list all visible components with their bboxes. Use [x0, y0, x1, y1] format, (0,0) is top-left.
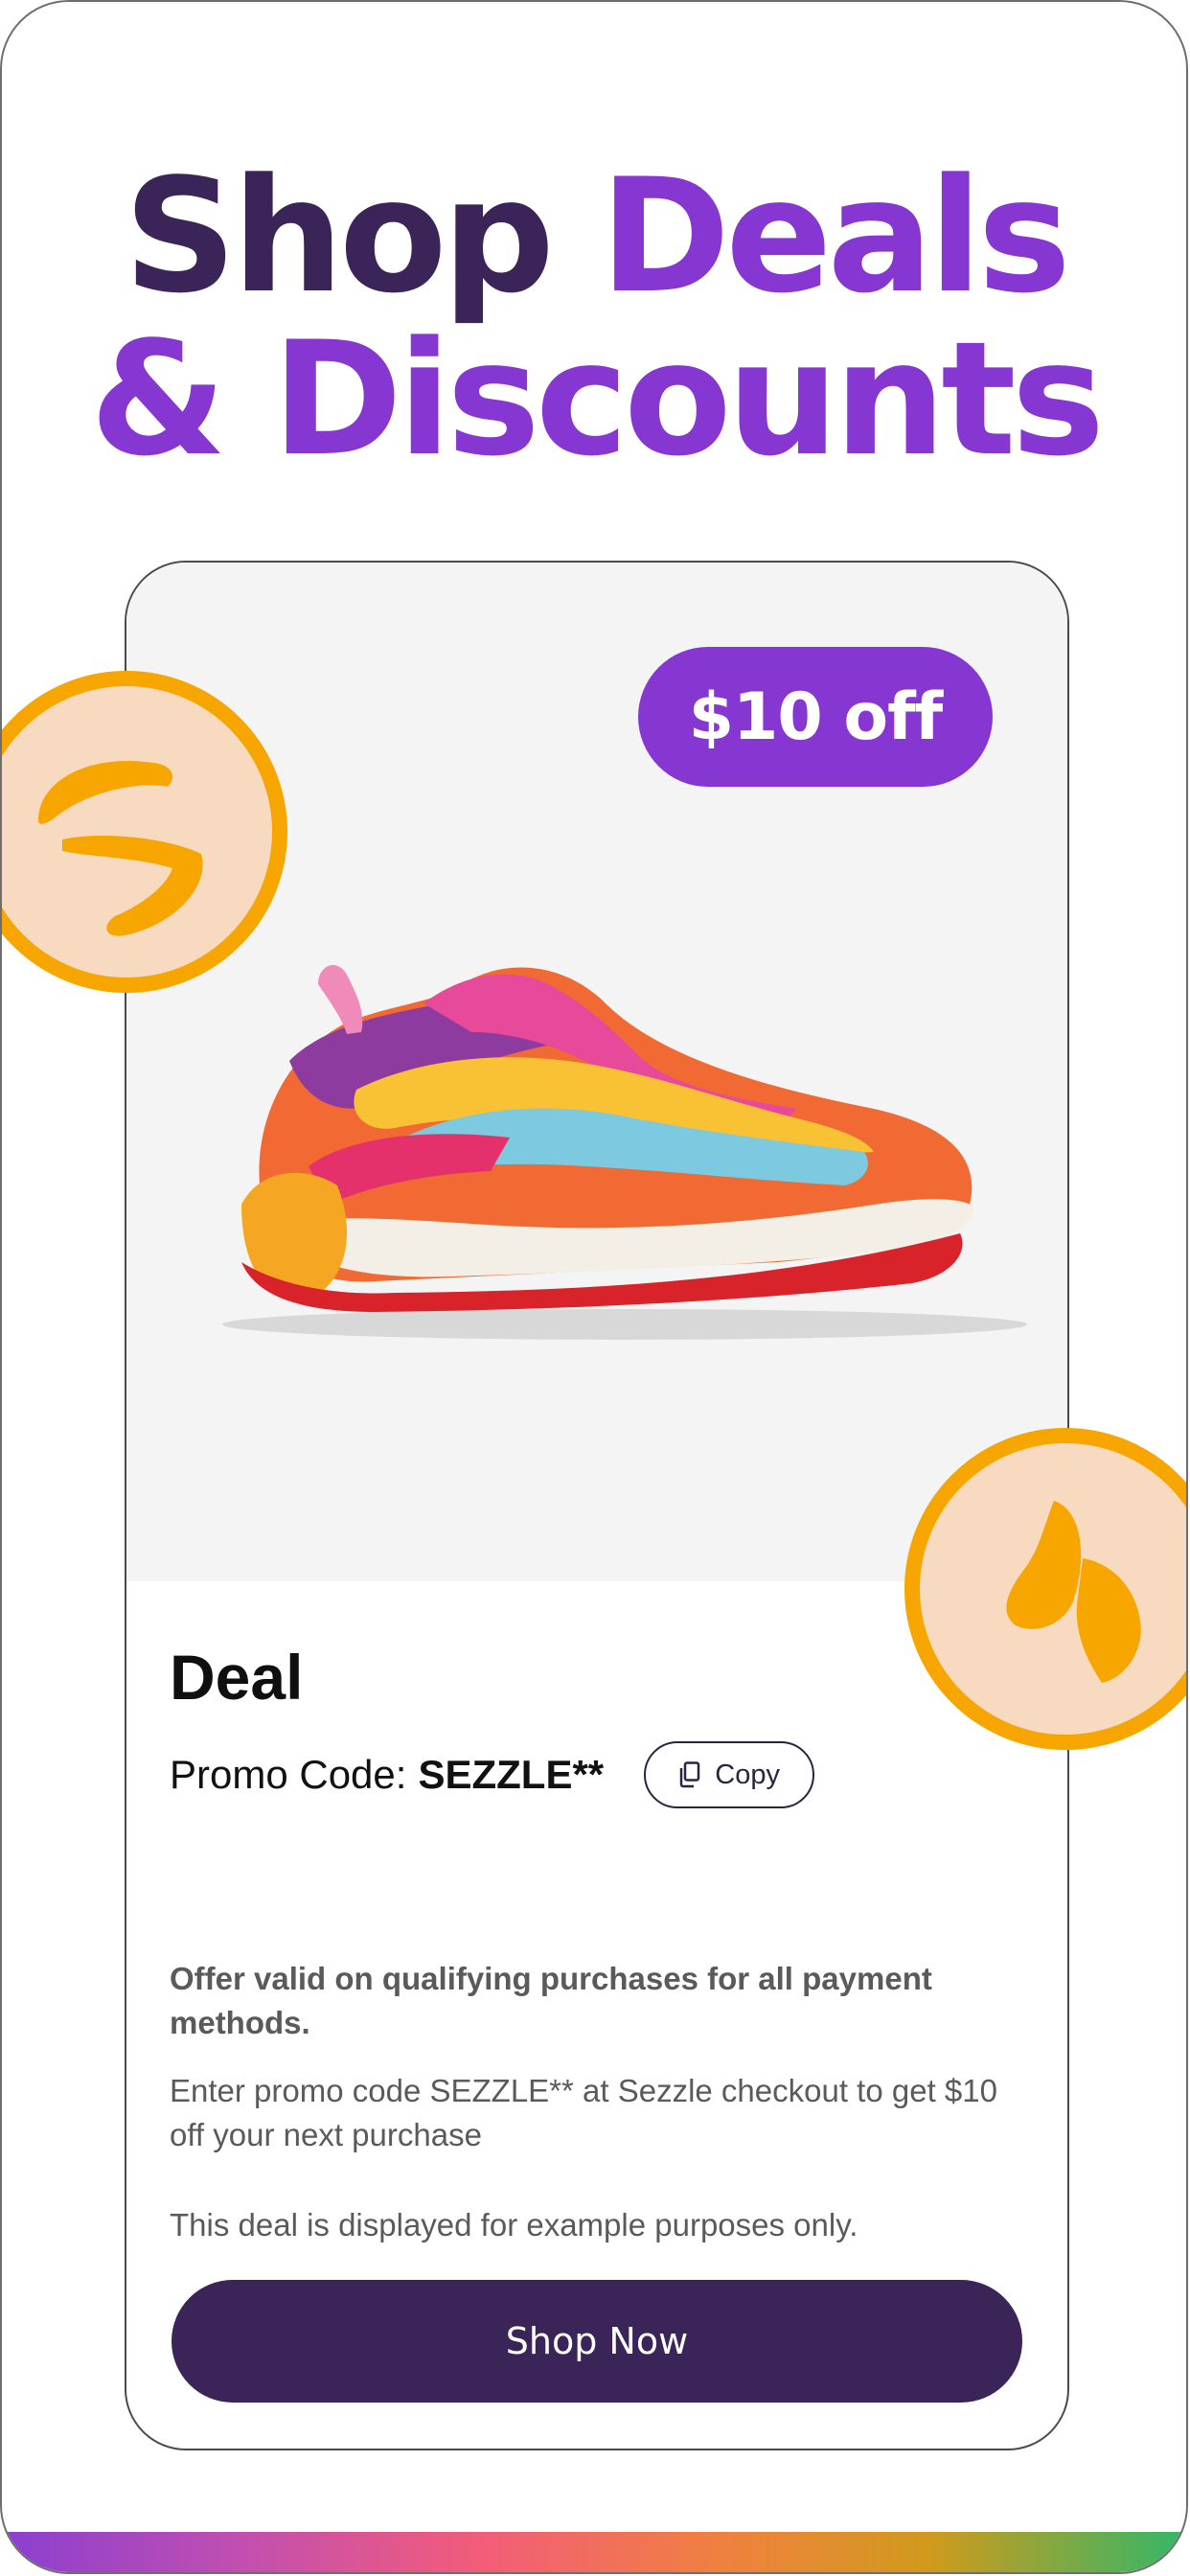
shop-now-button[interactable]: Shop Now — [172, 2280, 1022, 2403]
app-screen: Shop Deals & Discounts $10 off Deal Prom… — [0, 0, 1188, 2574]
page-headline: Shop Deals & Discounts — [2, 155, 1186, 491]
offer-instructions: Enter promo code SEZZLE** at Sezzle chec… — [170, 2073, 997, 2152]
headline-shop: Shop — [124, 145, 601, 328]
promo-code-value: SEZZLE** — [418, 1752, 605, 1797]
shoe-image — [222, 964, 1027, 1340]
headline-deals: Deals — [600, 145, 1071, 328]
bottom-gradient-bar — [2, 2532, 1186, 2572]
copy-icon — [678, 1761, 701, 1788]
copy-button[interactable]: Copy — [644, 1741, 815, 1808]
offer-summary: Offer valid on qualifying purchases for … — [170, 1961, 932, 2040]
headline-discounts: & Discounts — [89, 308, 1105, 491]
sezzle-logo-icon — [904, 1428, 1186, 1750]
offer-disclaimer: This deal is displayed for example purpo… — [170, 2207, 858, 2242]
copy-button-label: Copy — [715, 1759, 780, 1790]
sezzle-logo-icon — [2, 671, 287, 993]
deal-title: Deal — [170, 1642, 304, 1713]
discount-badge: $10 off — [638, 647, 993, 787]
promo-code-label: Promo Code: — [170, 1752, 407, 1797]
promo-code-row: Promo Code: SEZZLE** Copy — [170, 1741, 815, 1808]
